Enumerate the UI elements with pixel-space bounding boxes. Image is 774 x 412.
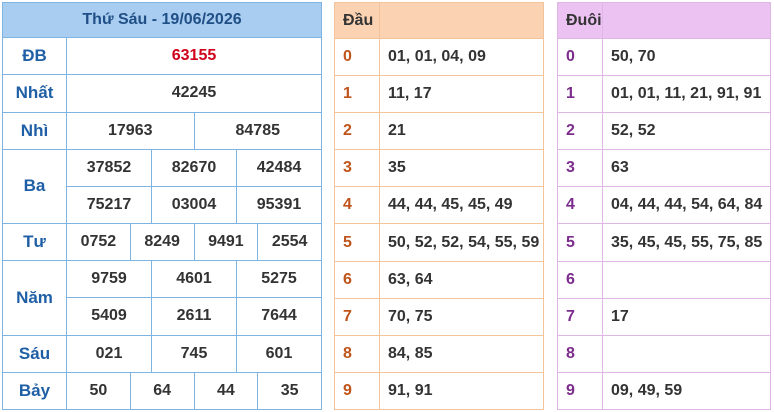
- tail-digit-table: Đuôi 0 50, 70 1 01, 01, 11, 21, 91, 91 2 52…: [557, 1, 771, 411]
- prize-fifth-value: 7644: [236, 297, 322, 336]
- prize-third-value: 75217: [66, 185, 152, 225]
- tail-table-header-blank: [602, 1, 771, 40]
- tail-values: 50, 70: [602, 38, 771, 77]
- prize-second-value: 84785: [193, 111, 322, 150]
- prize-fifth-value: 5275: [236, 260, 322, 299]
- head-digit: 1: [334, 75, 380, 114]
- prize-third-value: 95391: [236, 185, 322, 225]
- tail-digit: 6: [557, 260, 603, 299]
- tail-values: 04, 44, 44, 54, 64, 84: [602, 186, 771, 225]
- tail-digit: 4: [557, 186, 603, 225]
- prize-sixth-value: 601: [236, 334, 322, 373]
- head-values: 11, 17: [379, 75, 544, 114]
- tail-table-title: Đuôi: [557, 1, 603, 40]
- tail-values: 17: [602, 297, 771, 336]
- draw-date-title: Thứ Sáu - 19/06/2026: [2, 1, 322, 39]
- head-table-header-blank: [379, 1, 544, 40]
- prize-fourth-value: 9491: [193, 223, 259, 262]
- head-values: 01, 01, 04, 09: [379, 38, 544, 77]
- prize-label-sixth: Sáu: [2, 334, 67, 373]
- head-values: 44, 44, 45, 45, 49: [379, 186, 544, 225]
- prize-fifth-value: 5409: [66, 297, 152, 336]
- head-digit: 2: [334, 112, 380, 151]
- prize-seventh-value: 44: [193, 371, 259, 411]
- tail-values: 63: [602, 149, 771, 188]
- prize-label-fifth: Năm: [2, 260, 67, 336]
- prize-label-first: Nhất: [2, 74, 67, 113]
- head-values: 21: [379, 112, 544, 151]
- prize-seventh-value: 50: [66, 371, 131, 411]
- tail-values: 09, 49, 59: [602, 371, 771, 411]
- head-table-title: Đầu: [334, 1, 380, 40]
- prize-label-third: Ba: [2, 148, 67, 225]
- prize-label-special: ĐB: [2, 37, 67, 76]
- prize-special-value: 63155: [66, 37, 322, 76]
- head-values: 63, 64: [379, 260, 544, 299]
- prize-second-value: 17963: [66, 111, 195, 150]
- prize-third-value: 37852: [66, 148, 152, 187]
- head-digit: 6: [334, 260, 380, 299]
- head-digit: 7: [334, 297, 380, 336]
- prize-label-fourth: Tư: [2, 223, 67, 262]
- tail-values: [602, 260, 771, 299]
- head-values: 70, 75: [379, 297, 544, 336]
- tail-digit: 8: [557, 334, 603, 373]
- head-digit: 0: [334, 38, 380, 77]
- head-values: 91, 91: [379, 371, 544, 411]
- prize-fourth-value: 0752: [66, 223, 131, 262]
- head-values: 50, 52, 52, 54, 55, 59: [379, 223, 544, 262]
- tail-digit: 2: [557, 112, 603, 151]
- tail-values: 52, 52: [602, 112, 771, 151]
- prize-fifth-value: 9759: [66, 260, 152, 299]
- prize-sixth-value: 745: [151, 334, 237, 373]
- prize-fifth-value: 2611: [151, 297, 237, 336]
- tail-digit: 1: [557, 75, 603, 114]
- head-values: 84, 85: [379, 334, 544, 373]
- prize-third-value: 42484: [236, 148, 322, 187]
- prize-label-seventh: Bảy: [2, 371, 67, 411]
- head-digit: 9: [334, 371, 380, 411]
- head-digit: 3: [334, 149, 380, 188]
- tail-values: 01, 01, 11, 21, 91, 91: [602, 75, 771, 114]
- prize-third-value: 03004: [151, 185, 237, 225]
- head-values: 35: [379, 149, 544, 188]
- prize-fourth-value: 8249: [129, 223, 195, 262]
- results-table: Thứ Sáu - 19/06/2026 ĐB 63155 Nhất 42245…: [2, 1, 322, 411]
- head-digit-table: Đầu 0 01, 01, 04, 09 1 11, 17 2 21 3 35 4 44,…: [334, 1, 544, 411]
- prize-fifth-value: 4601: [151, 260, 237, 299]
- tail-digit: 7: [557, 297, 603, 336]
- tail-digit: 0: [557, 38, 603, 77]
- prize-fourth-value: 2554: [257, 223, 322, 262]
- prize-sixth-value: 021: [66, 334, 152, 373]
- prize-seventh-value: 35: [257, 371, 322, 411]
- head-digit: 8: [334, 334, 380, 373]
- prize-label-second: Nhì: [2, 111, 67, 150]
- prize-seventh-value: 64: [129, 371, 195, 411]
- tail-values: 35, 45, 45, 55, 75, 85: [602, 223, 771, 262]
- tail-digit: 9: [557, 371, 603, 411]
- head-digit: 5: [334, 223, 380, 262]
- prize-third-value: 82670: [151, 148, 237, 187]
- prize-first-value: 42245: [66, 74, 322, 113]
- tail-values: [602, 334, 771, 373]
- tail-digit: 5: [557, 223, 603, 262]
- tail-digit: 3: [557, 149, 603, 188]
- head-digit: 4: [334, 186, 380, 225]
